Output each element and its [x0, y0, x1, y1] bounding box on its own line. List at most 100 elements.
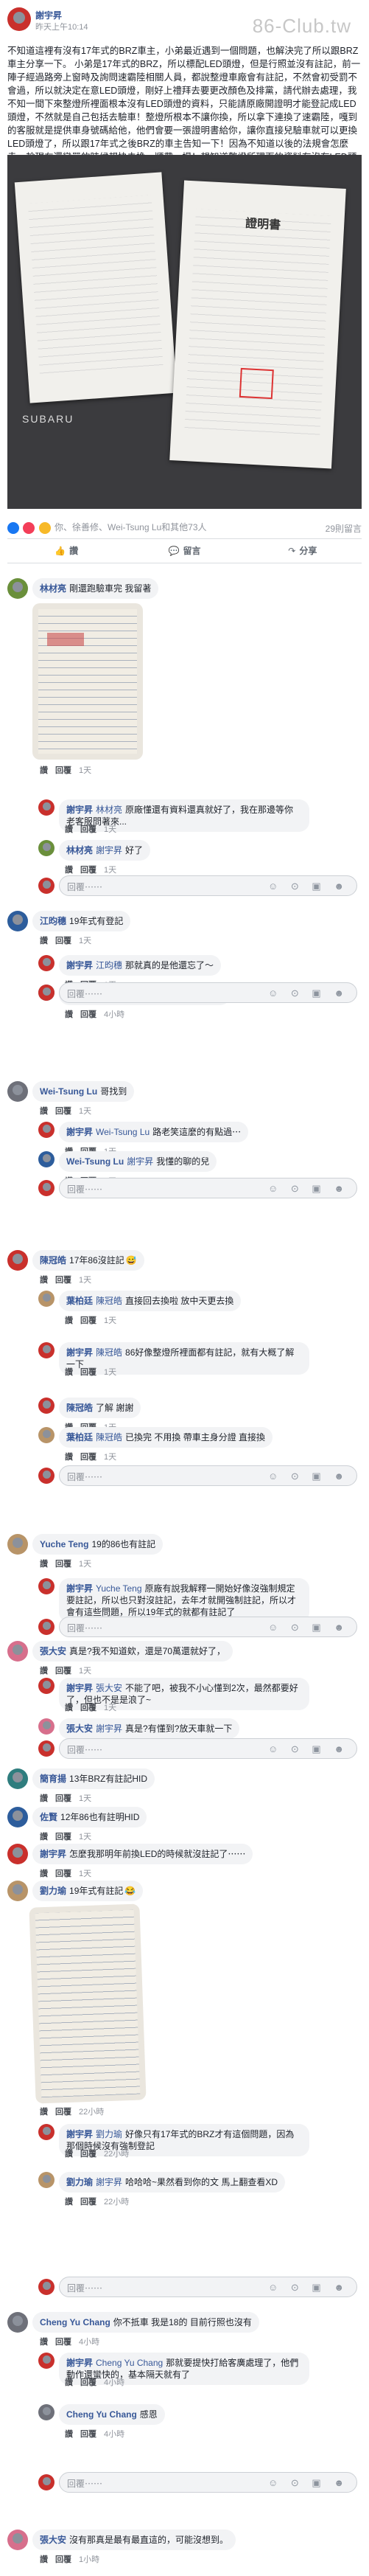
commenter-avatar[interactable]: [7, 1641, 28, 1662]
commenter-avatar[interactable]: [7, 1844, 28, 1864]
replier-avatar[interactable]: [38, 1427, 55, 1443]
replier-name[interactable]: 謝宇昇: [66, 1583, 93, 1594]
commenter-name[interactable]: 簡育揚: [40, 1774, 66, 1784]
replier-avatar[interactable]: [38, 2353, 55, 2369]
commenter-name[interactable]: 陳冠皓: [40, 1255, 66, 1266]
comment-reply-link[interactable]: 回覆: [55, 1560, 71, 1569]
replier-avatar[interactable]: [38, 955, 55, 971]
reply-mention[interactable]: 張大安: [96, 1683, 122, 1693]
reply-reply-link[interactable]: 回覆: [80, 2150, 96, 2159]
reply-like-link[interactable]: 讚: [65, 825, 73, 834]
commenter-name[interactable]: 謝宇昇: [40, 1849, 66, 1859]
reply-like-link[interactable]: 讚: [65, 2198, 73, 2207]
commenter-avatar[interactable]: [7, 1250, 28, 1271]
commenter-avatar[interactable]: [7, 2530, 28, 2550]
reply-mention[interactable]: 陳冠皓: [96, 1432, 122, 1443]
reply-time[interactable]: 4小時: [104, 2430, 124, 2439]
replier-name[interactable]: 謝宇昇: [66, 805, 93, 815]
comment-like-link[interactable]: 讚: [40, 2555, 48, 2564]
commenter-name[interactable]: 江昀穗: [40, 916, 66, 926]
commenter-name[interactable]: 林材亮: [40, 583, 66, 594]
reply-input[interactable]: 回覆⋯⋯ ☺ ⊙ ▣ ☻: [59, 1178, 357, 1198]
commenter-name[interactable]: 佐賢: [40, 1812, 57, 1822]
comment-time[interactable]: 1天: [79, 937, 91, 945]
reactions-summary[interactable]: 你、徐善修、Wei-Tsung Lu和其他73人 29則留言: [7, 521, 362, 535]
replier-name[interactable]: 張大安: [66, 1723, 93, 1734]
comment-time[interactable]: 1天: [79, 766, 91, 775]
reply-like-link[interactable]: 讚: [65, 2378, 73, 2387]
replier-name[interactable]: 葉柏廷: [66, 1296, 93, 1306]
poster-avatar[interactable]: [7, 7, 31, 31]
reply-input[interactable]: 回覆⋯⋯ ☺ ⊙ ▣ ☻: [59, 982, 357, 1003]
comment-photo[interactable]: [29, 1903, 147, 2104]
reply-reply-link[interactable]: 回覆: [80, 825, 96, 834]
replier-name[interactable]: 謝宇昇: [66, 960, 93, 971]
commenter-avatar[interactable]: [7, 1768, 28, 1789]
reply-like-link[interactable]: 讚: [65, 1316, 73, 1325]
reply-mention[interactable]: 謝宇昇: [96, 2177, 122, 2187]
commenter-avatar[interactable]: [7, 1881, 28, 1901]
replier-avatar[interactable]: [38, 1342, 55, 1358]
reply-like-link[interactable]: 讚: [65, 1453, 73, 1462]
reply-input[interactable]: 回覆⋯⋯ ☺ ⊙ ▣ ☻: [59, 875, 357, 896]
share-button[interactable]: ↷ 分享: [244, 539, 362, 563]
replier-name[interactable]: 謝宇昇: [66, 1347, 93, 1358]
reply-mention[interactable]: 謝宇昇: [127, 1156, 153, 1167]
comment-time[interactable]: 1天: [79, 1869, 91, 1878]
replier-avatar[interactable]: [38, 1578, 55, 1594]
comment-time[interactable]: 1天: [79, 1276, 91, 1285]
reply-like-link[interactable]: 讚: [65, 1704, 73, 1712]
replier-name[interactable]: 劉力瑜: [66, 2177, 93, 2187]
replier-avatar[interactable]: [38, 1678, 55, 1694]
reply-reply-link[interactable]: 回覆: [80, 1704, 96, 1712]
poster-name[interactable]: 謝宇昇: [35, 9, 62, 21]
reply-time[interactable]: 1天: [104, 1368, 116, 1377]
reply-reply-link[interactable]: 回覆: [80, 2378, 96, 2387]
reply-time[interactable]: 1天: [104, 1704, 116, 1712]
composer-icons[interactable]: ☺ ⊙ ▣ ☻: [268, 1471, 349, 1482]
reply-reply-link[interactable]: 回覆: [80, 1368, 96, 1377]
reply-like-link[interactable]: 讚: [65, 2430, 73, 2439]
reply-input[interactable]: 回覆⋯⋯ ☺ ⊙ ▣ ☻: [59, 1617, 357, 1637]
reply-input[interactable]: 回覆⋯⋯ ☺ ⊙ ▣ ☻: [59, 1738, 357, 1759]
commenter-name[interactable]: 張大安: [40, 1646, 66, 1656]
comment-reply-link[interactable]: 回覆: [55, 1833, 71, 1841]
reply-time[interactable]: 22小時: [104, 2198, 129, 2207]
reply-mention[interactable]: Yuche Teng: [96, 1583, 142, 1594]
reply-time[interactable]: 4小時: [104, 1010, 124, 1019]
comment-like-link[interactable]: 讚: [40, 2338, 48, 2347]
comment-reply-link[interactable]: 回覆: [55, 1667, 71, 1676]
comment-like-link[interactable]: 讚: [40, 1869, 48, 1878]
reply-mention[interactable]: 謝宇昇: [96, 845, 122, 855]
replier-avatar[interactable]: [38, 2124, 55, 2140]
comment-like-link[interactable]: 讚: [40, 1833, 48, 1841]
reply-reply-link[interactable]: 回覆: [80, 1316, 96, 1325]
commenter-avatar[interactable]: [7, 1534, 28, 1555]
reply-mention[interactable]: 陳冠皓: [96, 1296, 122, 1306]
replier-avatar[interactable]: [38, 1151, 55, 1167]
reply-input[interactable]: 回覆⋯⋯ ☺ ⊙ ▣ ☻: [59, 2277, 357, 2297]
reply-like-link[interactable]: 讚: [65, 1010, 73, 1019]
reply-like-link[interactable]: 讚: [65, 866, 73, 875]
reply-mention[interactable]: Cheng Yu Chang: [96, 2358, 163, 2368]
reply-time[interactable]: 4小時: [104, 2378, 124, 2387]
comment-like-link[interactable]: 讚: [40, 1276, 48, 1285]
composer-icons[interactable]: ☺ ⊙ ▣ ☻: [268, 1183, 349, 1195]
comment-time[interactable]: 1天: [79, 1667, 91, 1676]
reply-mention[interactable]: 謝宇昇: [96, 1723, 122, 1734]
comment-reply-link[interactable]: 回覆: [55, 937, 71, 945]
commenter-name[interactable]: Cheng Yu Chang: [40, 2317, 110, 2327]
commenter-avatar[interactable]: [7, 2312, 28, 2333]
replier-avatar[interactable]: [38, 1122, 55, 1138]
comment-reply-link[interactable]: 回覆: [55, 1794, 71, 1803]
reply-mention[interactable]: Wei-Tsung Lu: [96, 1127, 150, 1137]
commenter-avatar[interactable]: [7, 1807, 28, 1827]
comment-button[interactable]: 💬 留言: [125, 539, 243, 563]
replier-avatar[interactable]: [38, 799, 55, 816]
comment-time[interactable]: 4小時: [79, 2338, 99, 2347]
comment-like-link[interactable]: 讚: [40, 2108, 48, 2117]
composer-icons[interactable]: ☺ ⊙ ▣ ☻: [268, 2282, 349, 2294]
replier-avatar[interactable]: [38, 2404, 55, 2420]
comment-reply-link[interactable]: 回覆: [55, 1276, 71, 1285]
replier-avatar[interactable]: [38, 1398, 55, 1414]
